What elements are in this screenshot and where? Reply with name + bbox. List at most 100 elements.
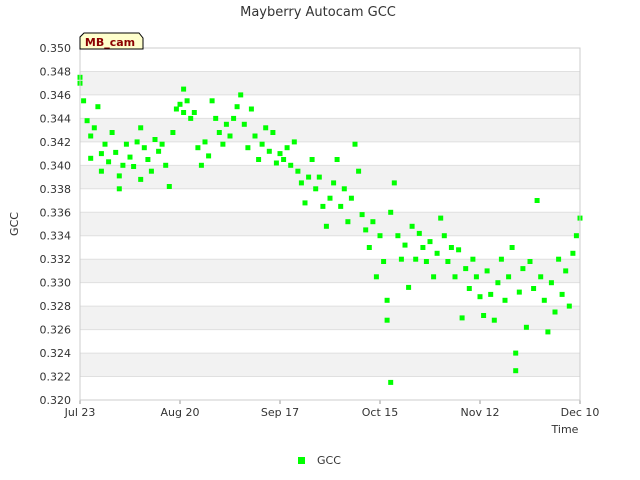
y-axis-ticks: 0.3200.3220.3240.3260.3280.3300.3320.334… (40, 42, 72, 407)
data-point (373, 274, 379, 280)
data-point (120, 162, 126, 168)
data-point (538, 274, 544, 280)
data-point (209, 98, 215, 104)
data-point (316, 174, 322, 180)
grid-band (80, 306, 580, 330)
data-point (259, 141, 265, 147)
grid-band (80, 353, 580, 377)
data-point (381, 259, 387, 264)
legend-marker (298, 457, 305, 464)
data-point (541, 297, 547, 303)
x-axis-label: Time (551, 423, 579, 436)
data-point (359, 212, 365, 218)
data-point (138, 125, 144, 131)
y-tick-label: 0.322 (40, 371, 72, 384)
data-point (384, 297, 390, 303)
camera-tag: MB_cam (79, 32, 144, 50)
data-point (388, 209, 394, 215)
data-point (402, 242, 408, 248)
data-point (273, 160, 279, 166)
data-point (520, 266, 526, 272)
data-point (145, 157, 151, 162)
legend: GCC (298, 454, 341, 467)
data-point (141, 145, 147, 151)
data-point (434, 250, 440, 256)
data-point (88, 155, 94, 161)
y-tick-label: 0.346 (40, 89, 72, 102)
data-point (484, 268, 490, 274)
data-point (177, 101, 183, 107)
y-tick-label: 0.350 (40, 42, 72, 55)
data-point (184, 98, 190, 104)
data-point (423, 259, 429, 264)
data-point (463, 266, 469, 272)
data-point (91, 125, 97, 131)
data-point (170, 130, 176, 135)
data-point (498, 256, 504, 262)
data-point (566, 303, 572, 309)
data-point (341, 186, 347, 192)
data-point (206, 153, 212, 159)
data-point (406, 284, 412, 290)
data-point (488, 291, 494, 297)
data-point (334, 157, 340, 162)
data-point (491, 317, 497, 323)
data-point (438, 215, 444, 221)
y-tick-label: 0.340 (40, 159, 72, 172)
data-point (256, 157, 262, 162)
data-point (431, 274, 437, 280)
data-point (166, 184, 172, 189)
data-point (448, 245, 454, 250)
y-tick-label: 0.338 (40, 183, 72, 196)
data-point (95, 104, 101, 110)
data-point (277, 151, 283, 157)
data-point (427, 239, 433, 245)
data-point (98, 151, 104, 157)
data-point (345, 219, 351, 225)
data-point (473, 274, 479, 280)
data-point (102, 141, 108, 147)
x-tick-label: Dec 10 (561, 406, 600, 419)
y-tick-label: 0.342 (40, 136, 72, 149)
x-axis-ticks: Jul 23 Aug 20 Sep 17 Oct 15 Nov 12 Dec 10 (64, 400, 600, 419)
data-point (348, 195, 354, 201)
data-point (513, 350, 519, 356)
data-point (416, 230, 422, 236)
y-tick-label: 0.334 (40, 230, 72, 243)
data-point (291, 139, 297, 145)
data-point (127, 154, 133, 160)
data-point (534, 198, 540, 203)
chart-title: Mayberry Autocam GCC (240, 5, 396, 20)
data-point (570, 250, 576, 256)
data-point (302, 200, 308, 206)
data-point (413, 256, 419, 262)
data-point (227, 133, 233, 139)
y-tick-label: 0.326 (40, 324, 72, 337)
data-point (138, 176, 144, 182)
data-point (356, 168, 362, 174)
data-point (445, 259, 451, 264)
data-point (159, 141, 165, 147)
data-point (470, 256, 476, 262)
data-point (188, 115, 194, 121)
data-point (295, 168, 301, 174)
data-point (441, 233, 447, 239)
data-point (531, 286, 537, 291)
x-tick-label: Nov 12 (461, 406, 500, 419)
data-point (502, 297, 508, 303)
grid-band (80, 212, 580, 236)
data-point (477, 294, 483, 300)
data-point (181, 110, 187, 115)
data-point (523, 324, 529, 330)
data-point (298, 180, 304, 186)
data-point (281, 157, 287, 162)
data-point (191, 110, 197, 115)
y-tick-label: 0.332 (40, 253, 72, 266)
data-point (288, 162, 294, 168)
x-tick-label: Oct 15 (362, 406, 399, 419)
data-point (548, 280, 554, 286)
data-point (84, 118, 90, 124)
data-point (88, 133, 94, 139)
data-point (388, 379, 394, 385)
y-tick-label: 0.324 (40, 347, 72, 360)
